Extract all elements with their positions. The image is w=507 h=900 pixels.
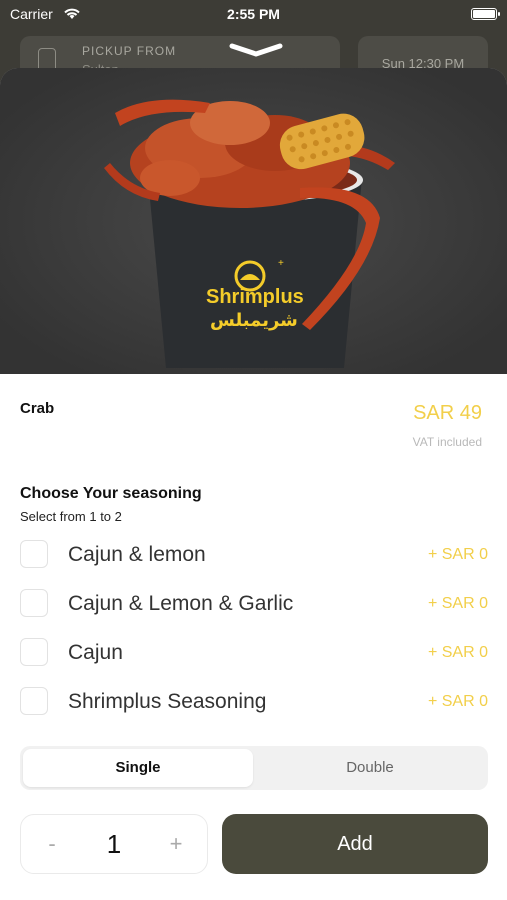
size-double-option[interactable]: Double — [255, 749, 485, 787]
status-bar: Carrier 2:55 PM — [0, 0, 507, 30]
option-label: Cajun & Lemon & Garlic — [68, 592, 294, 615]
checkbox[interactable] — [20, 638, 48, 666]
size-single-option[interactable]: Single — [23, 749, 253, 787]
item-name: Crab — [20, 400, 55, 417]
option-price: + SAR 0 — [427, 644, 488, 661]
add-to-cart-button[interactable]: Add — [222, 814, 488, 874]
checkbox[interactable] — [20, 540, 48, 568]
vat-note: VAT included — [412, 435, 482, 449]
seasoning-option[interactable]: Shrimplus Seasoning + SAR 0 — [20, 685, 488, 719]
option-price: + SAR 0 — [427, 693, 488, 710]
brand-logo-arabic: شريمبلس — [210, 310, 298, 331]
battery-icon — [471, 8, 500, 20]
option-label: Shrimplus Seasoning — [68, 690, 267, 713]
option-label: Cajun & lemon — [68, 543, 206, 566]
item-sheet: + Shrimplus شريمبلس Crab SAR 49 VAT incl… — [0, 68, 507, 900]
size-segmented-control: Single Double — [20, 746, 488, 790]
seasoning-option[interactable]: Cajun + SAR 0 — [20, 636, 488, 670]
seasoning-option[interactable]: Cajun & Lemon & Garlic + SAR 0 — [20, 587, 488, 621]
checkbox[interactable] — [20, 589, 48, 617]
increment-button[interactable]: + — [161, 831, 191, 857]
seasoning-subtitle: Select from 1 to 2 — [20, 509, 122, 524]
seasoning-title: Choose Your seasoning — [20, 485, 202, 502]
seasoning-option[interactable]: Cajun & lemon + SAR 0 — [20, 538, 488, 572]
option-label: Cajun — [68, 641, 123, 664]
item-price: SAR 49 — [413, 402, 482, 424]
pickup-label: PICKUP FROM — [82, 44, 177, 58]
item-image: + Shrimplus شريمبلس — [0, 68, 507, 374]
option-price: + SAR 0 — [427, 595, 488, 612]
quantity-stepper: - 1 + — [20, 814, 208, 874]
brand-logo-latin: Shrimplus — [206, 286, 304, 308]
sheet-grabber-icon[interactable] — [228, 42, 284, 58]
svg-text:+: + — [278, 258, 284, 269]
clock: 2:55 PM — [227, 6, 280, 22]
option-price: + SAR 0 — [427, 546, 488, 563]
checkbox[interactable] — [20, 687, 48, 715]
